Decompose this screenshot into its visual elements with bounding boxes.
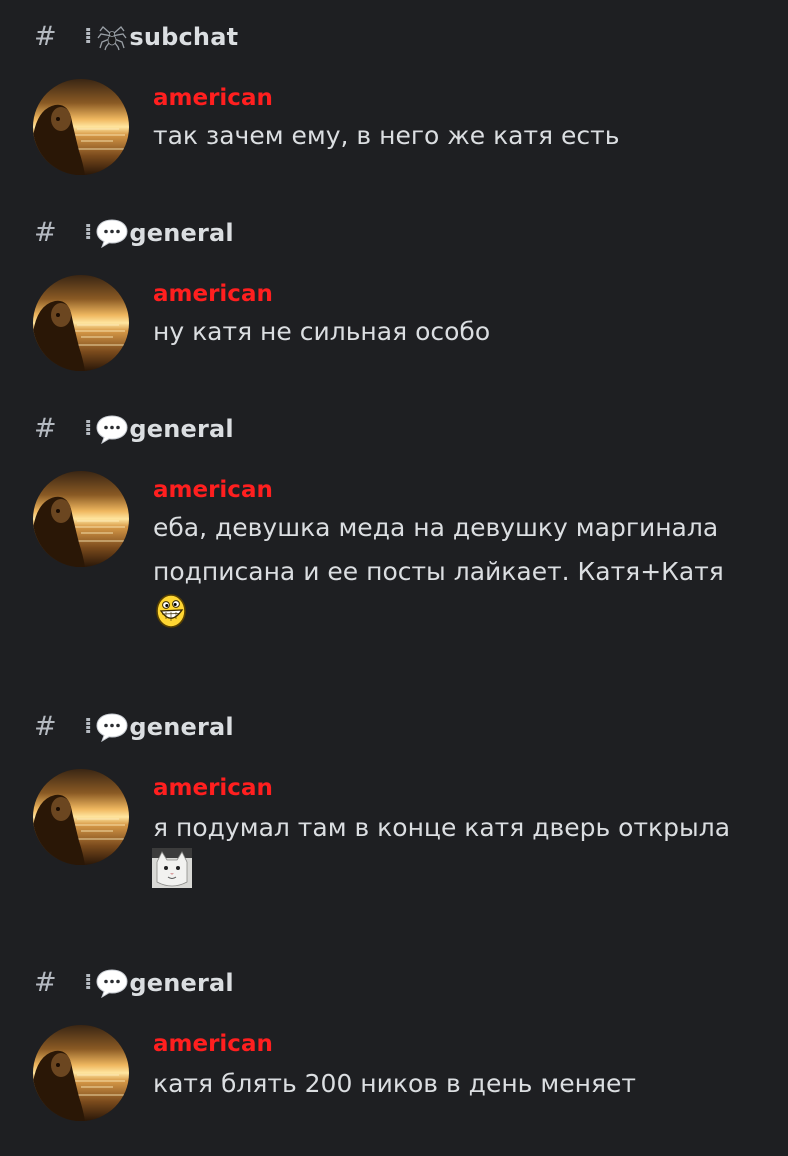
channel-header[interactable]: # ⁞ subchat — [34, 22, 238, 52]
avatar[interactable] — [33, 1025, 129, 1121]
message-author[interactable]: american — [153, 84, 273, 112]
hash-icon: # — [34, 711, 57, 742]
message-content: еба, девушка меда на девушку маргинала п… — [153, 506, 773, 594]
message-content: катя блять 200 ников в день меняет — [153, 1062, 773, 1106]
message-line: так зачем ему, в него же катя есть — [153, 121, 620, 150]
channel-name[interactable]: general — [129, 218, 233, 248]
channel-name[interactable]: general — [129, 712, 233, 742]
avatar[interactable] — [33, 769, 129, 865]
channel-header[interactable]: # ⁞ general — [34, 414, 234, 444]
avatar[interactable] — [33, 79, 129, 175]
thread-separator: ⁞ — [84, 24, 93, 49]
message-line: ну катя не сильная особо — [153, 317, 491, 346]
spider-icon — [95, 22, 129, 52]
message-line: катя блять 200 ников в день меняет — [153, 1069, 636, 1098]
avatar[interactable] — [33, 471, 129, 567]
speech-bubble-icon — [95, 218, 129, 248]
speech-bubble-icon — [95, 968, 129, 998]
message-content: ну катя не сильная особо — [153, 310, 773, 354]
hash-icon: # — [34, 967, 57, 998]
message-author[interactable]: american — [153, 280, 273, 308]
message-content: я подумал там в конце катя дверь открыла — [153, 806, 773, 850]
channel-header[interactable]: # ⁞ general — [34, 968, 234, 998]
hash-icon: # — [34, 217, 57, 248]
channel-name[interactable]: general — [129, 968, 233, 998]
thread-separator: ⁞ — [84, 970, 93, 995]
speech-bubble-icon — [95, 712, 129, 742]
hash-icon: # — [34, 21, 57, 52]
message-author[interactable]: american — [153, 774, 273, 802]
message-author[interactable]: american — [153, 1030, 273, 1058]
message-line: еба, девушка меда на девушку маргинала — [153, 513, 719, 542]
grinning-face-emoji[interactable] — [155, 594, 187, 632]
channel-header[interactable]: # ⁞ general — [34, 712, 234, 742]
channel-name[interactable]: subchat — [129, 22, 238, 52]
thread-separator: ⁞ — [84, 714, 93, 739]
message-line: подписана и ее посты лайкает. Катя+Катя — [153, 557, 724, 586]
message-author[interactable]: american — [153, 476, 273, 504]
speech-bubble-icon — [95, 414, 129, 444]
message-line: я подумал там в конце катя дверь открыла — [153, 813, 731, 842]
cat-face-emoji[interactable] — [152, 848, 192, 892]
thread-separator: ⁞ — [84, 416, 93, 441]
thread-separator: ⁞ — [84, 220, 93, 245]
avatar[interactable] — [33, 275, 129, 371]
channel-name[interactable]: general — [129, 414, 233, 444]
channel-header[interactable]: # ⁞ general — [34, 218, 234, 248]
message-content: так зачем ему, в него же катя есть — [153, 114, 773, 158]
hash-icon: # — [34, 413, 57, 444]
